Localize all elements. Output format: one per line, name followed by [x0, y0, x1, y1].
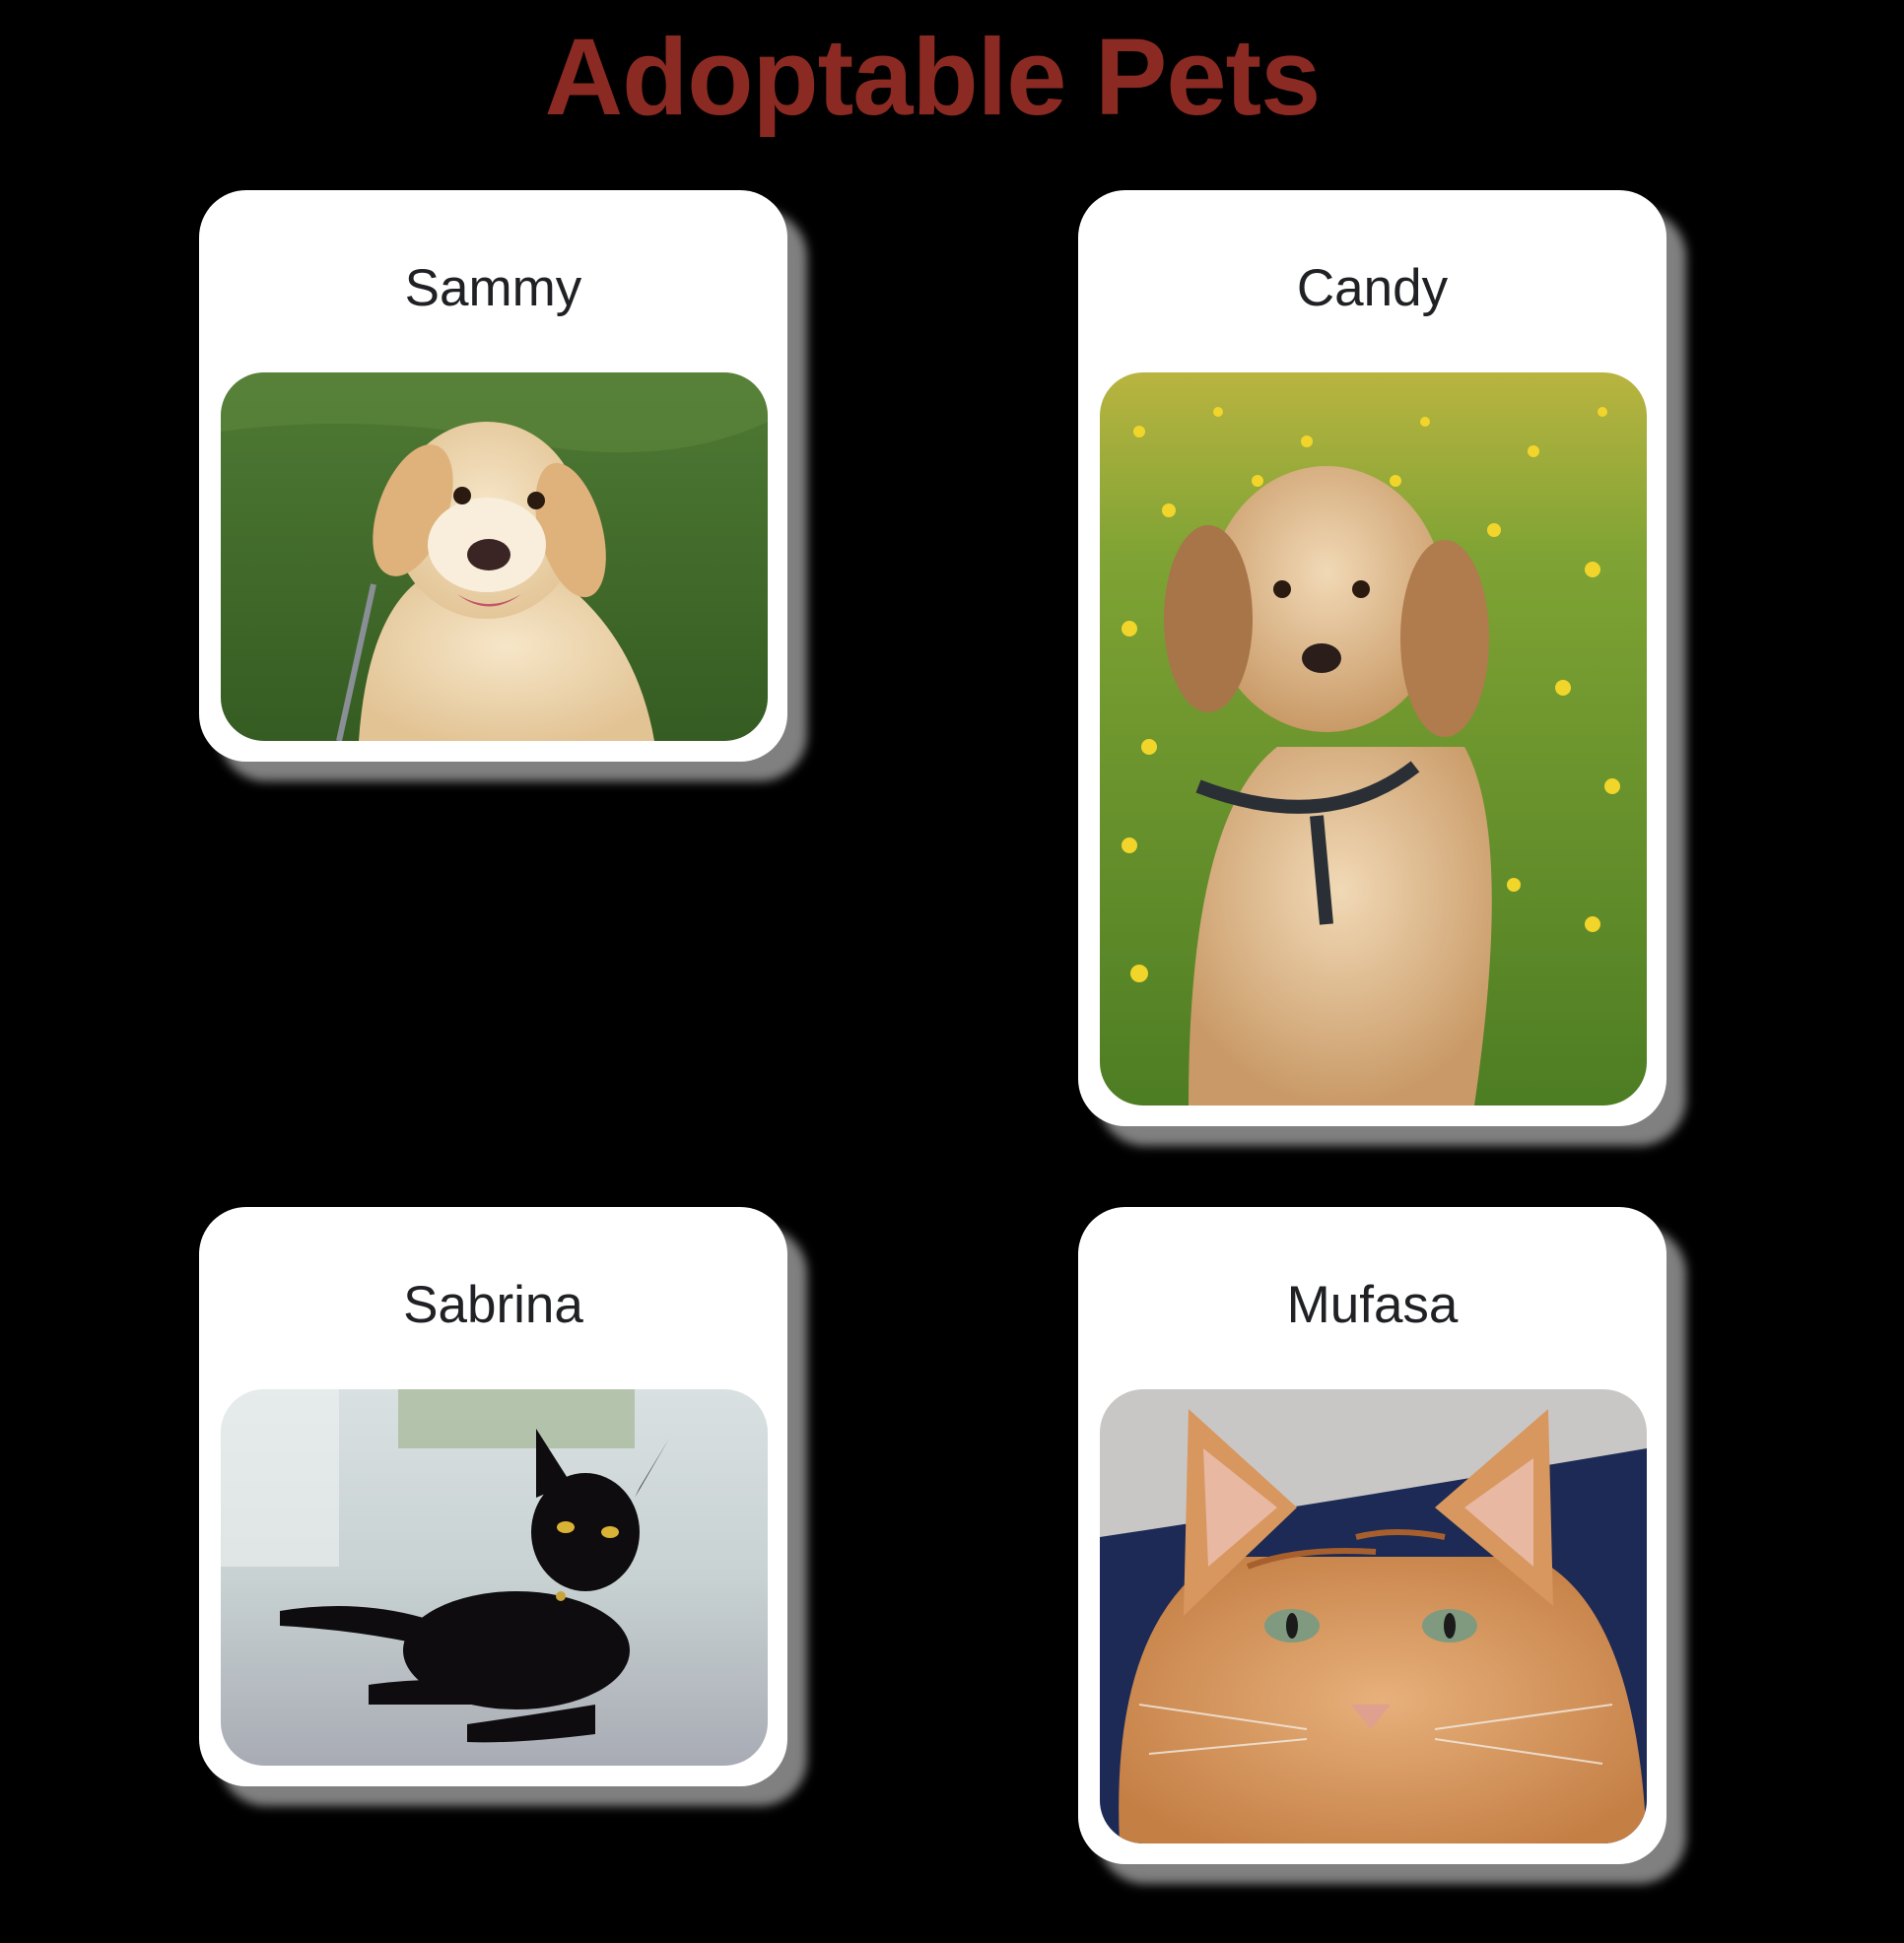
pet-card-mufasa[interactable]: Mufasa	[1078, 1207, 1666, 1864]
pet-name: Sammy	[404, 259, 582, 317]
cockapoo-photo	[1100, 372, 1647, 1106]
pet-card-sammy[interactable]: Sammy	[199, 190, 787, 762]
pet-name: Candy	[1296, 259, 1449, 317]
pet-card-sabrina[interactable]: Sabrina	[199, 1207, 787, 1786]
black-cat-photo	[221, 1389, 768, 1766]
orange-tabby-cat-photo	[1100, 1389, 1647, 1843]
pet-card-candy[interactable]: Candy	[1078, 190, 1666, 1126]
page-title: Adoptable Pets	[544, 17, 1322, 138]
golden-retriever-photo	[221, 372, 768, 741]
pet-name: Mufasa	[1286, 1276, 1459, 1334]
pet-name: Sabrina	[403, 1276, 583, 1334]
